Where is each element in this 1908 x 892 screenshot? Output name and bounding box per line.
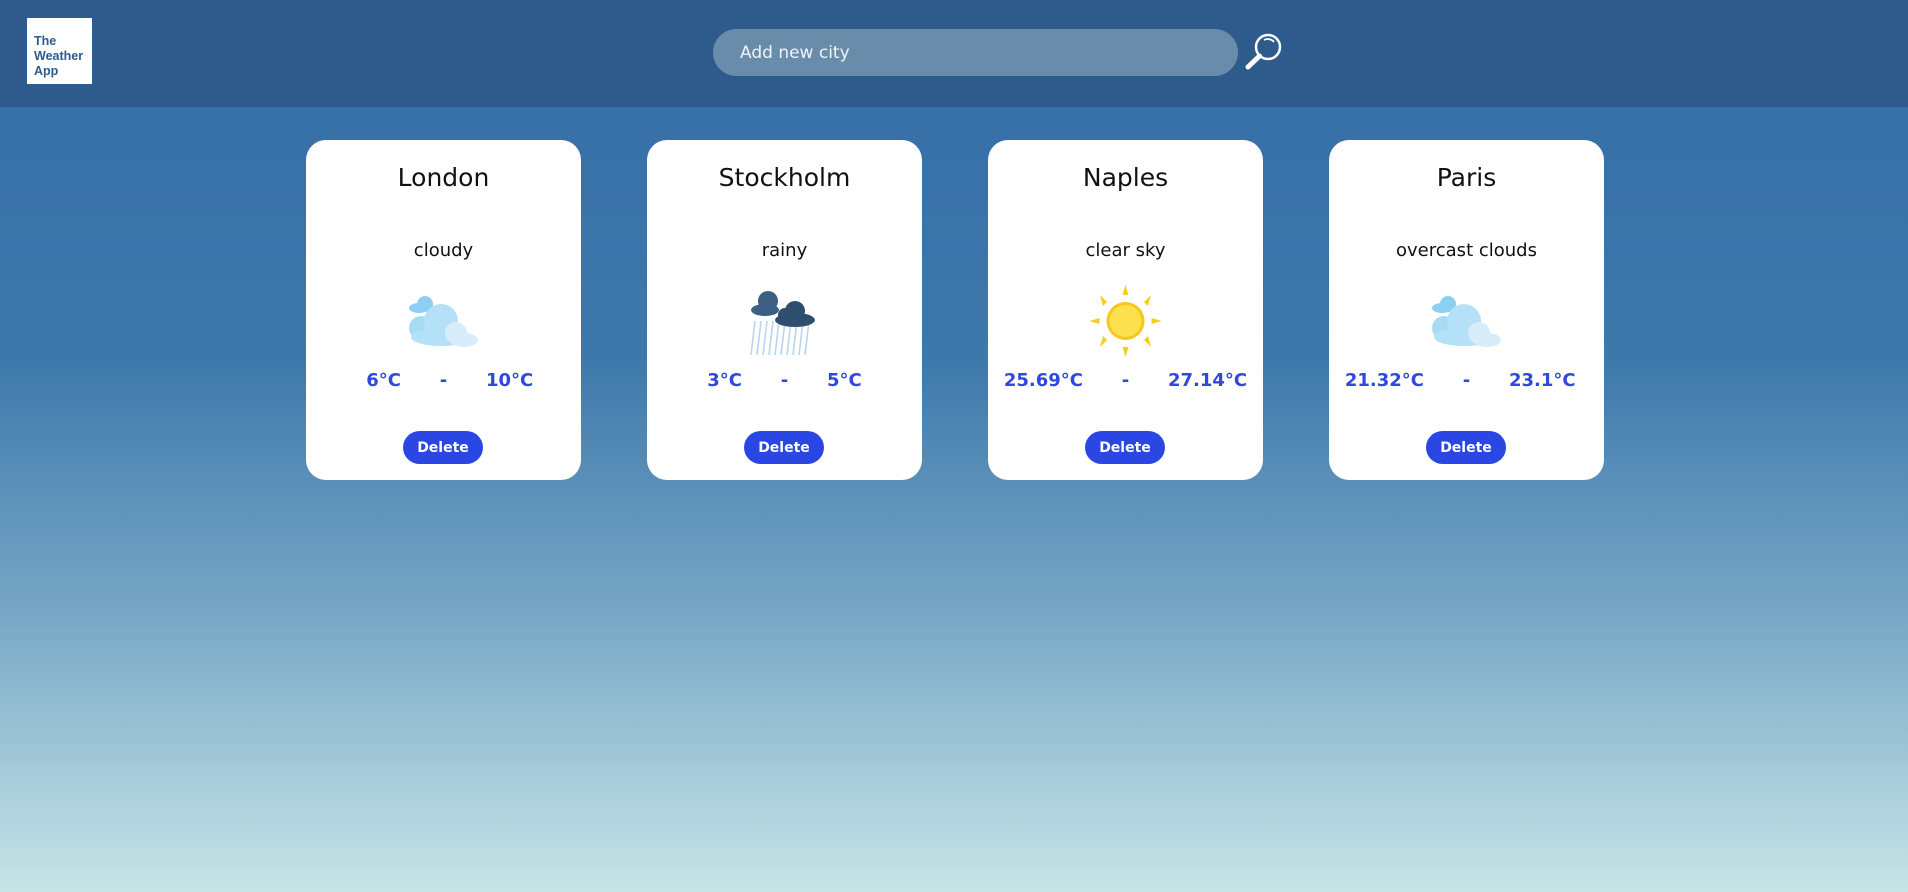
app-header: The Weather App [0, 0, 1908, 107]
search-icon [1245, 33, 1282, 70]
city-card-london: London cloudy 6°C - 10°C Delete [306, 140, 581, 480]
city-name: Stockholm [718, 163, 851, 192]
cloud-icon [1432, 296, 1501, 347]
max-temperature: 10°C [486, 370, 534, 391]
city-name: Naples [1082, 163, 1169, 192]
city-card-paris: Paris overcast clouds 21.32°C - 23.1°C D… [1329, 140, 1604, 480]
logo-line: The [34, 34, 57, 48]
logo-line: App [34, 64, 59, 78]
delete-button[interactable]: Delete [1085, 431, 1165, 464]
weather-description: clear sky [1085, 240, 1166, 261]
city-name: Paris [1436, 163, 1497, 192]
delete-button[interactable]: Delete [744, 431, 824, 464]
search-button[interactable] [1244, 32, 1284, 70]
max-temperature: 27.14°C [1168, 370, 1248, 391]
city-card-naples: Naples clear sky 25.69°C - 27.14°C Delet… [988, 140, 1263, 480]
delete-button[interactable]: Delete [403, 431, 483, 464]
app-logo: The Weather App [27, 18, 92, 84]
max-temperature: 5°C [827, 370, 862, 391]
delete-button[interactable]: Delete [1426, 431, 1506, 464]
weather-description: overcast clouds [1396, 240, 1537, 261]
weather-description: cloudy [413, 240, 474, 261]
rain-icon [750, 291, 815, 356]
weather-description: rainy [761, 240, 808, 261]
cloud-icon [409, 296, 478, 347]
max-temperature: 23.1°C [1509, 370, 1576, 391]
city-name: London [397, 163, 490, 192]
city-card-stockholm: Stockholm rainy 3°C - 5°C Delete [647, 140, 922, 480]
logo-line: Weather [34, 49, 84, 63]
sun-icon [1089, 285, 1162, 357]
add-city-input[interactable] [713, 29, 1238, 76]
